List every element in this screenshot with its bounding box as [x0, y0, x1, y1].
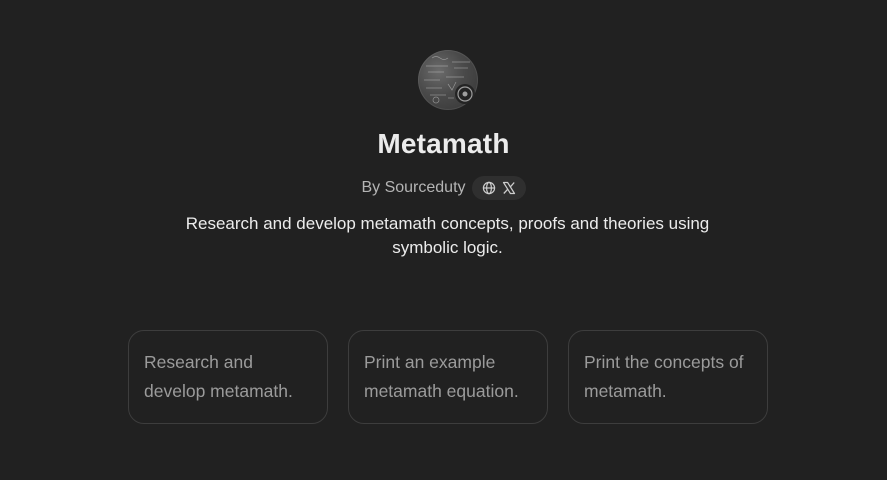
gpt-byline: By Sourceduty: [0, 176, 887, 200]
globe-icon[interactable]: [482, 181, 496, 195]
starter-card-concepts[interactable]: Print the concepts of metamath.: [568, 330, 768, 424]
starter-card-label: Print the concepts of metamath.: [584, 352, 744, 401]
math-chalkboard-avatar-icon: [424, 56, 475, 104]
starter-card-label: Print an example metamath equation.: [364, 352, 519, 401]
starter-card-example-equation[interactable]: Print an example metamath equation.: [348, 330, 548, 424]
gpt-name: Metamath: [377, 128, 510, 159]
conversation-starters: Research and develop metamath. Print an …: [128, 330, 768, 424]
x-logo-icon[interactable]: [502, 181, 516, 195]
social-links: [471, 176, 526, 200]
gpt-intro-page: Metamath By Sourceduty Research and deve…: [0, 0, 887, 480]
starter-card-label: Research and develop metamath.: [144, 352, 293, 401]
gpt-avatar: [418, 50, 478, 110]
gpt-description: Research and develop metamath concepts, …: [185, 214, 710, 257]
starter-card-research[interactable]: Research and develop metamath.: [128, 330, 328, 424]
author-byline: By Sourceduty: [361, 179, 466, 196]
